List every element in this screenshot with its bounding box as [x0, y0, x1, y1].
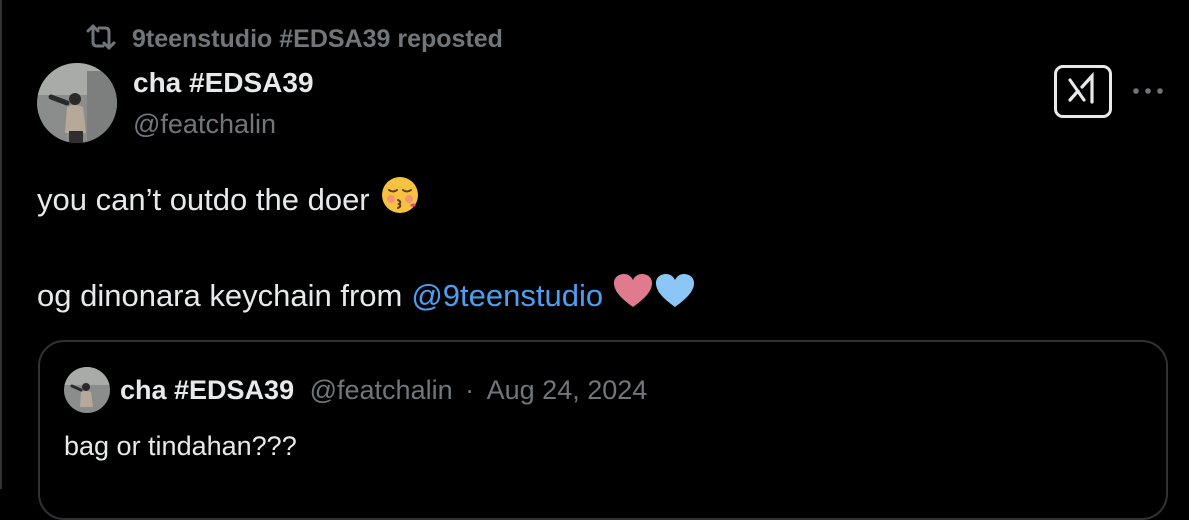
quote-avatar [64, 367, 110, 413]
quote-text: bag or tindahan??? [64, 431, 297, 461]
kissing-face-with-closed-eyes-icon [380, 175, 420, 225]
quoted-post[interactable]: cha #EDSA39 @featchalin · Aug 24, 2024 b… [38, 340, 1168, 520]
grok-button[interactable] [1054, 65, 1112, 118]
post-text-line-2: og dinonara keychain from @9teenstudio [37, 273, 695, 319]
pink-heart-icon [613, 273, 653, 319]
grok-icon [1065, 71, 1101, 111]
repost-text: 9teenstudio #EDSA39 reposted [132, 24, 503, 53]
author-display-name[interactable]: cha #EDSA39 [133, 64, 314, 102]
quote-separator: · [465, 375, 475, 405]
light-blue-heart-icon [655, 273, 695, 319]
more-icon [1131, 82, 1165, 100]
quote-header: cha #EDSA39 @featchalin · Aug 24, 2024 [120, 372, 647, 408]
post-author: cha #EDSA39 @featchalin [133, 64, 314, 142]
repost-indicator[interactable]: 9teenstudio #EDSA39 reposted [84, 22, 503, 56]
more-options-button[interactable] [1128, 76, 1168, 106]
mention-link[interactable]: @9teenstudio [411, 276, 603, 316]
quote-display-name[interactable]: cha #EDSA39 [120, 375, 294, 405]
quote-handle[interactable]: @featchalin [310, 375, 453, 405]
post-text: you can’t outdo the doer [37, 182, 370, 217]
author-handle[interactable]: @featchalin [133, 106, 314, 142]
quote-date[interactable]: Aug 24, 2024 [487, 375, 648, 405]
repost-icon [84, 23, 118, 56]
post-text-line-1: you can’t outdo the doer [37, 175, 420, 225]
post-text-prefix: og dinonara keychain from [37, 278, 403, 313]
avatar[interactable] [37, 63, 117, 143]
timeline-border [0, 0, 2, 489]
